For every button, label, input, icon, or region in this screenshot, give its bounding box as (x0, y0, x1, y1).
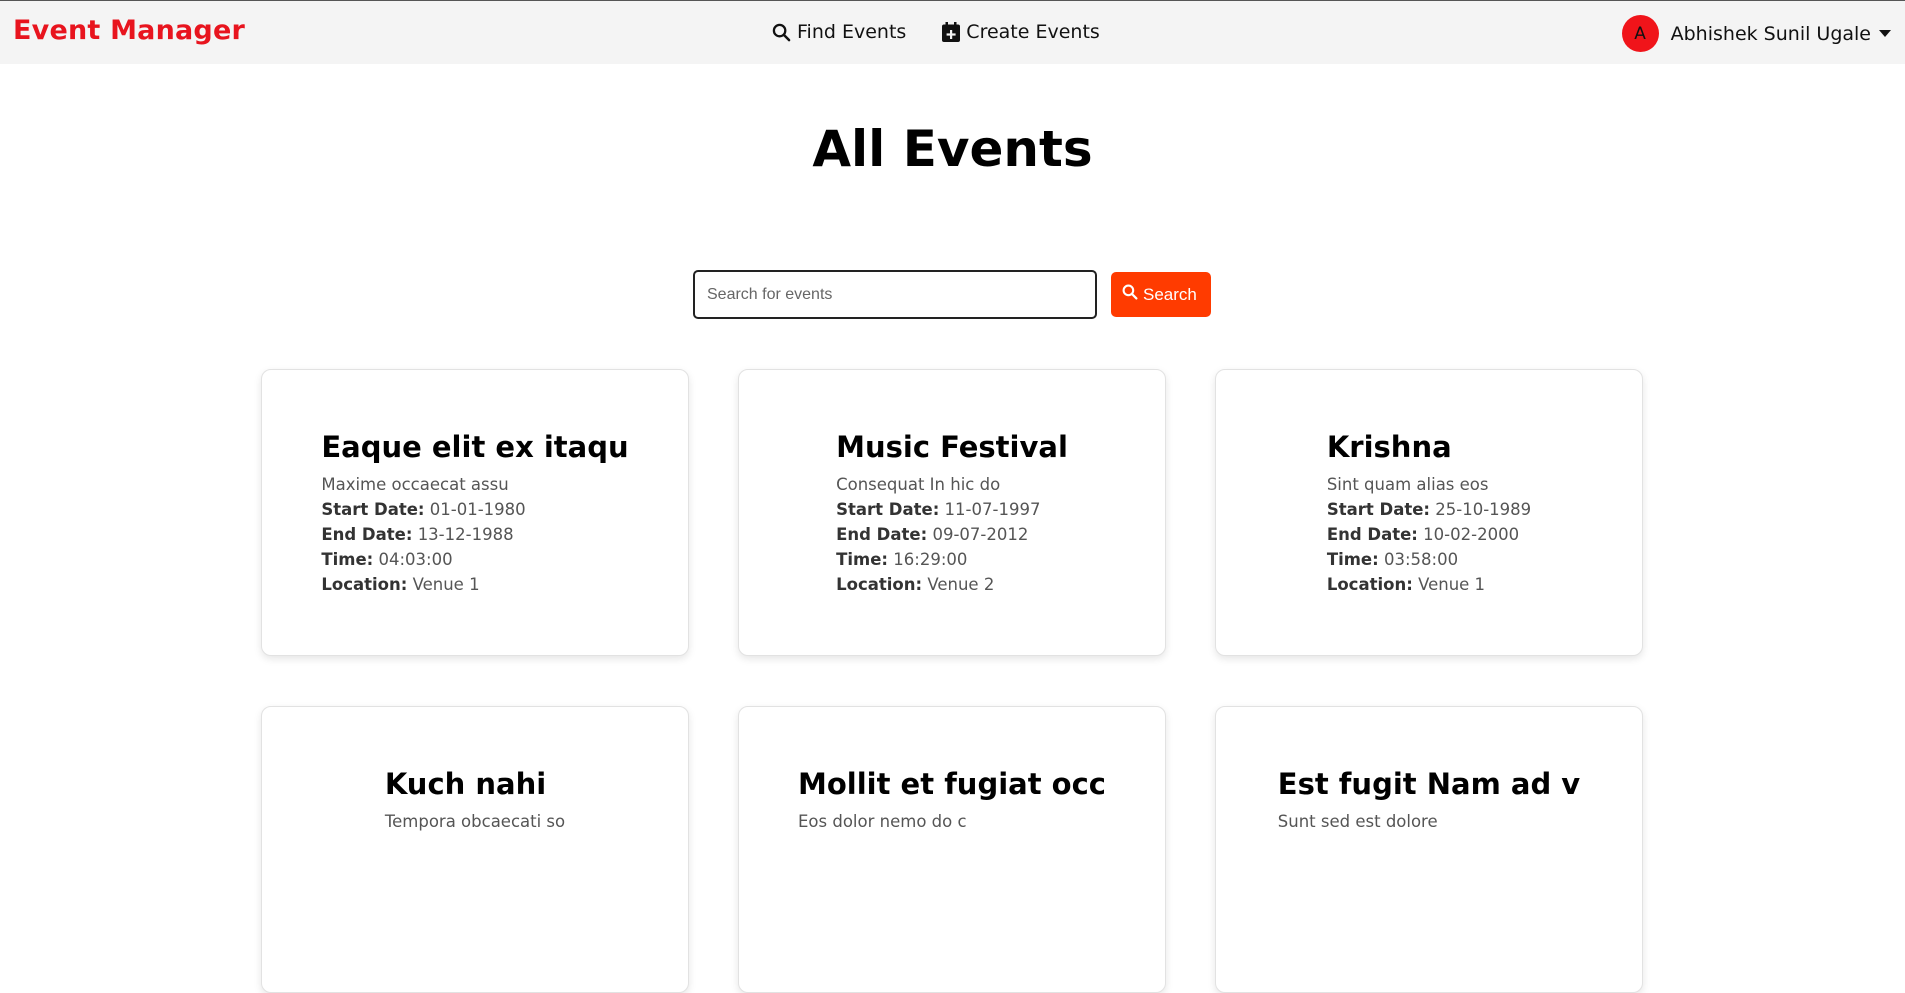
event-card[interactable]: Eaque elit ex itaqu Maxime occaecat assu… (261, 369, 689, 656)
event-description: Consequat In hic do (836, 475, 1001, 494)
event-time: Time: 03:58:00 (1326, 550, 1459, 569)
event-location: Location: Venue 2 (836, 575, 995, 594)
event-description: Sint quam alias eos (1326, 475, 1489, 494)
event-title: Est fugit Nam ad v (1277, 767, 1581, 801)
user-name: Abhishek Sunil Ugale (1670, 22, 1871, 45)
nav-find-events-label: Find Events (797, 21, 907, 43)
search-icon (772, 23, 791, 42)
brand-logo[interactable]: Event Manager (13, 15, 245, 46)
event-card[interactable]: Mollit et fugiat occ Eos dolor nemo do c (738, 706, 1166, 993)
event-start-date: Start Date: 11-07-1997 (836, 500, 1041, 519)
event-time: Time: 16:29:00 (836, 550, 968, 569)
nav-links: Find Events Create Events (772, 21, 1100, 43)
event-description: Tempora obcaecati so (384, 812, 566, 831)
event-title: Music Festival (836, 430, 1068, 464)
event-card[interactable]: Est fugit Nam ad v Sunt sed est dolore (1215, 706, 1643, 993)
search-input[interactable] (693, 270, 1097, 319)
nav-create-events[interactable]: Create Events (942, 21, 1100, 43)
event-title: Eaque elit ex itaqu (321, 430, 629, 464)
event-card[interactable]: Krishna Sint quam alias eos Start Date: … (1215, 369, 1643, 656)
event-card[interactable]: Music Festival Consequat In hic do Start… (738, 369, 1166, 656)
search-button[interactable]: Search (1111, 272, 1211, 317)
event-title: Mollit et fugiat occ (798, 767, 1106, 801)
search-icon (1122, 284, 1138, 305)
calendar-plus-icon (942, 22, 961, 42)
caret-down-icon (1879, 30, 1891, 37)
event-start-date: Start Date: 01-01-1980 (321, 500, 526, 519)
user-menu[interactable]: A Abhishek Sunil Ugale (1621, 15, 1891, 52)
event-description: Sunt sed est dolore (1277, 812, 1438, 831)
page-title: All Events (812, 120, 1093, 178)
event-title: Kuch nahi (384, 767, 547, 801)
navbar: Event Manager Find Events Create Events … (0, 0, 1905, 64)
event-title: Krishna (1326, 430, 1452, 464)
event-time: Time: 04:03:00 (321, 550, 453, 569)
nav-create-events-label: Create Events (966, 21, 1100, 43)
event-description: Eos dolor nemo do c (798, 812, 967, 831)
event-location: Location: Venue 1 (1326, 575, 1486, 594)
event-end-date: End Date: 13-12-1988 (321, 525, 514, 544)
avatar: A (1621, 15, 1659, 52)
event-end-date: End Date: 09-07-2012 (836, 525, 1029, 544)
nav-find-events[interactable]: Find Events (772, 21, 906, 43)
event-location: Location: Venue 1 (321, 575, 480, 594)
event-description: Maxime occaecat assu (321, 475, 509, 494)
search-bar: Search (693, 270, 1211, 319)
event-start-date: Start Date: 25-10-1989 (1326, 500, 1532, 519)
event-end-date: End Date: 10-02-2000 (1326, 525, 1520, 544)
event-card[interactable]: Kuch nahi Tempora obcaecati so (261, 706, 689, 993)
search-button-label: Search (1143, 284, 1197, 304)
